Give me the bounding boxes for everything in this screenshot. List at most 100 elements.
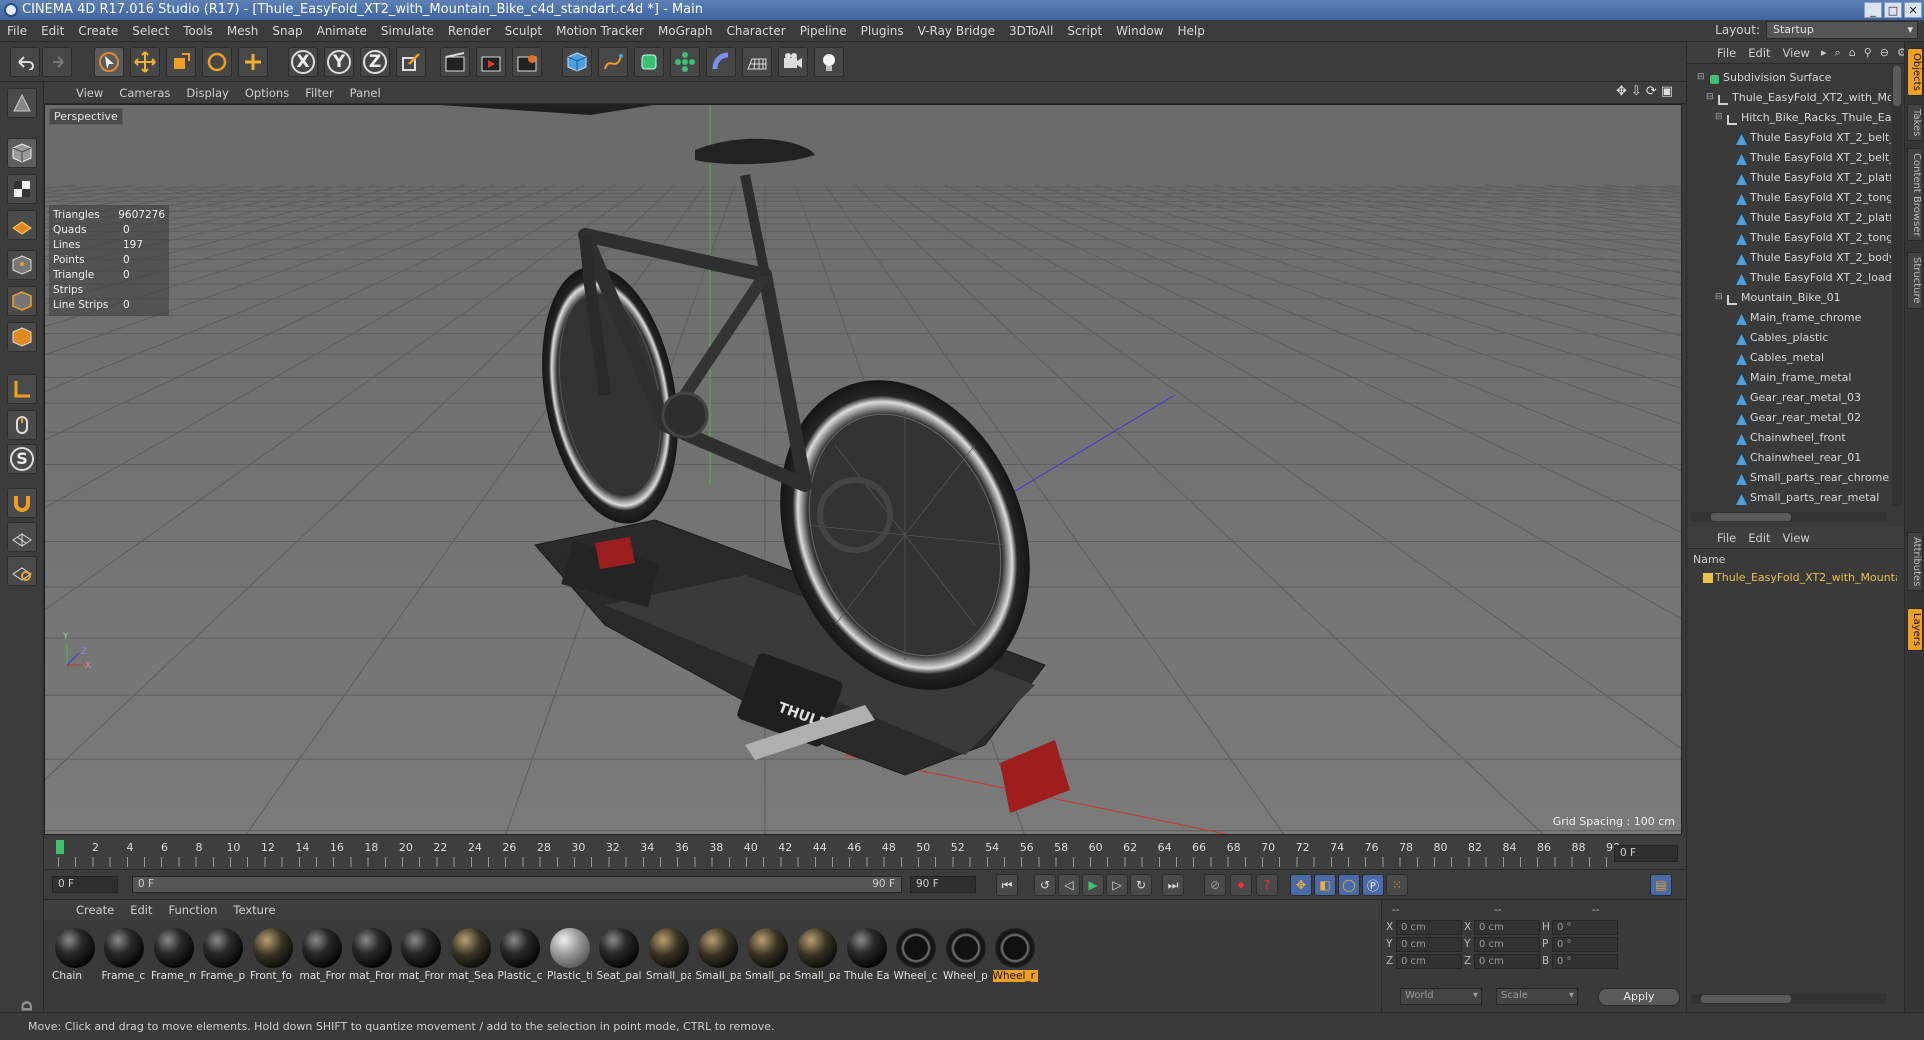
material-swatch-small-pa[interactable]: Small_pa xyxy=(646,926,691,986)
material-menu-texture[interactable]: Texture xyxy=(225,903,283,917)
scale-tool-button[interactable] xyxy=(166,47,196,77)
viewport-label[interactable]: Perspective xyxy=(49,108,123,125)
add-generator-button[interactable] xyxy=(634,47,664,77)
add-camera-button[interactable] xyxy=(778,47,808,77)
material-menu-function[interactable]: Function xyxy=(161,903,226,917)
toggle-view-icon[interactable]: ▣ xyxy=(1661,84,1673,99)
timeline-window-button[interactable]: ▤ xyxy=(1650,874,1672,896)
scrollbar-thumb[interactable] xyxy=(1893,66,1901,106)
material-swatch-frame-p[interactable]: Frame_p xyxy=(201,926,246,986)
material-swatch-front-fo[interactable]: Front_fo xyxy=(250,926,295,986)
collapse-icon[interactable]: ⊟ xyxy=(1697,72,1708,83)
redo-button[interactable] xyxy=(42,47,72,77)
object-tree-row[interactable]: Thule EasyFold XT_2_tongs xyxy=(1687,228,1891,248)
side-tab-content-browser[interactable]: Content Browser xyxy=(1907,148,1923,242)
material-swatch-thule-ea[interactable]: Thule Ea xyxy=(844,926,889,986)
coord-value-field[interactable]: 0 cm xyxy=(1396,937,1462,952)
menu-window[interactable]: Window xyxy=(1109,24,1170,38)
viewport-menu-options[interactable]: Options xyxy=(237,86,297,100)
menu-snap[interactable]: Snap xyxy=(265,24,309,38)
coord-value-field[interactable]: 0 ° xyxy=(1552,954,1618,969)
render-picture-viewer-button[interactable] xyxy=(476,47,506,77)
planar-workplane-button[interactable] xyxy=(7,556,37,586)
material-swatch-frame-c[interactable]: Frame_c xyxy=(102,926,147,986)
menu-select[interactable]: Select xyxy=(125,24,176,38)
material-swatch-small-pa[interactable]: Small_pa xyxy=(745,926,790,986)
side-tab-objects[interactable]: Objects xyxy=(1907,48,1923,96)
material-swatch-mat-fron[interactable]: mat_Fron xyxy=(399,926,444,986)
add-floor-button[interactable] xyxy=(742,47,772,77)
layer-menu-file[interactable]: File xyxy=(1711,531,1742,545)
viewport-menu-cameras[interactable]: Cameras xyxy=(111,86,178,100)
start-frame-field[interactable]: 0 F xyxy=(52,876,118,893)
search-icon[interactable]: ⌕ xyxy=(1835,46,1841,60)
perspective-viewport[interactable]: THULE Y X Z Perspective Triangles 960727… xyxy=(44,104,1682,835)
layout-dropdown[interactable]: Startup ▾ xyxy=(1766,21,1918,39)
menu-3dtoall[interactable]: 3DToAll xyxy=(1002,24,1060,38)
rotate-tool-button[interactable] xyxy=(202,47,232,77)
add-light-button[interactable] xyxy=(814,47,844,77)
coord-value-field[interactable]: 0 cm xyxy=(1474,937,1540,952)
material-swatch-wheel-r[interactable]: Wheel_r xyxy=(992,926,1038,986)
viewport-menu-view[interactable]: View xyxy=(68,86,111,100)
filter-icon[interactable]: ⚲ xyxy=(1864,46,1872,60)
material-swatch-wheel-p[interactable]: Wheel_p xyxy=(943,926,988,986)
material-swatch-mat-fron[interactable]: mat_Fron xyxy=(349,926,394,986)
object-tree-hscrollbar[interactable] xyxy=(1691,512,1887,522)
rotation-keys-button[interactable]: ◯ xyxy=(1338,874,1360,896)
maximize-button[interactable]: □ xyxy=(1884,2,1902,18)
end-frame-field[interactable]: 90 F xyxy=(910,876,976,893)
x-axis-lock-button[interactable]: X xyxy=(288,47,318,77)
material-swatch-plastic-c[interactable]: Plastic_c xyxy=(498,926,543,986)
transform-mode-dropdown[interactable]: Scale ▾ xyxy=(1496,988,1578,1005)
render-view-button[interactable] xyxy=(440,47,470,77)
object-tree-row[interactable]: Thule EasyFold XT_2_load-b xyxy=(1687,268,1891,288)
hscrollbar-thumb[interactable] xyxy=(1701,995,1791,1003)
coord-value-field[interactable]: 0 cm xyxy=(1474,954,1540,969)
object-tree-row[interactable]: Thule EasyFold XT_2_belt_f xyxy=(1687,128,1891,148)
object-tree-row[interactable]: Thule EasyFold XT_2_body xyxy=(1687,248,1891,268)
collapse-icon[interactable]: ⊟ xyxy=(1706,92,1717,103)
rotate-view-icon[interactable]: ⟳ xyxy=(1646,84,1657,99)
viewport-menu-display[interactable]: Display xyxy=(178,86,236,100)
add-deformer-button[interactable] xyxy=(706,47,736,77)
menu-render[interactable]: Render xyxy=(441,24,498,38)
material-swatch-chain[interactable]: Chain xyxy=(52,926,97,986)
recent-tools-button[interactable] xyxy=(238,47,268,77)
material-menu-create[interactable]: Create xyxy=(68,903,122,917)
menu-motion-tracker[interactable]: Motion Tracker xyxy=(549,24,651,38)
undo-button[interactable] xyxy=(10,47,40,77)
menu-tools[interactable]: Tools xyxy=(176,24,220,38)
tweak-mode-button[interactable] xyxy=(7,410,37,440)
material-swatch-small-pa[interactable]: Small_pa xyxy=(795,926,840,986)
object-tree-row[interactable]: Chainwheel_front xyxy=(1687,428,1891,448)
add-spline-button[interactable] xyxy=(598,47,628,77)
record-keys-button[interactable]: ⊘ xyxy=(1204,874,1226,896)
object-tree-scrollbar[interactable] xyxy=(1892,66,1902,506)
zoom-view-icon[interactable]: ⇩ xyxy=(1631,84,1642,99)
layer-row[interactable]: Thule_EasyFold_XT2_with_Mountain xyxy=(1693,569,1897,587)
axis-mode-button[interactable] xyxy=(7,374,37,404)
object-menu-file[interactable]: File xyxy=(1711,46,1742,60)
locked-workplane-button[interactable] xyxy=(7,522,37,552)
material-swatch-frame-m[interactable]: Frame_m xyxy=(151,926,196,986)
current-frame-field[interactable]: 0 F xyxy=(1614,845,1678,862)
object-tree-row[interactable]: Thule EasyFold XT_2_platfo xyxy=(1687,208,1891,228)
parameter-keys-button[interactable]: Ⓟ xyxy=(1362,874,1384,896)
play-button[interactable]: ▶ xyxy=(1082,874,1104,896)
coord-value-field[interactable]: 0 cm xyxy=(1396,954,1462,969)
texture-mode-button[interactable] xyxy=(7,174,37,204)
timeline-playhead[interactable] xyxy=(56,840,64,854)
menu-simulate[interactable]: Simulate xyxy=(374,24,441,38)
points-mode-button[interactable] xyxy=(7,250,37,280)
render-settings-button[interactable] xyxy=(512,47,542,77)
previous-key-button[interactable]: ↺ xyxy=(1034,874,1056,896)
menu-create[interactable]: Create xyxy=(71,24,125,38)
object-tree-row[interactable]: ⊟ Mountain_Bike_01 xyxy=(1687,288,1891,308)
coord-value-field[interactable]: 0 cm xyxy=(1396,920,1462,935)
object-tree-row[interactable]: Thule EasyFold XT_2_belt_l xyxy=(1687,148,1891,168)
point-level-button[interactable]: ⁙ xyxy=(1386,874,1408,896)
menu-animate[interactable]: Animate xyxy=(310,24,374,38)
object-tree-row[interactable]: Main_frame_metal xyxy=(1687,368,1891,388)
object-tree-row[interactable]: Main_frame_chrome xyxy=(1687,308,1891,328)
